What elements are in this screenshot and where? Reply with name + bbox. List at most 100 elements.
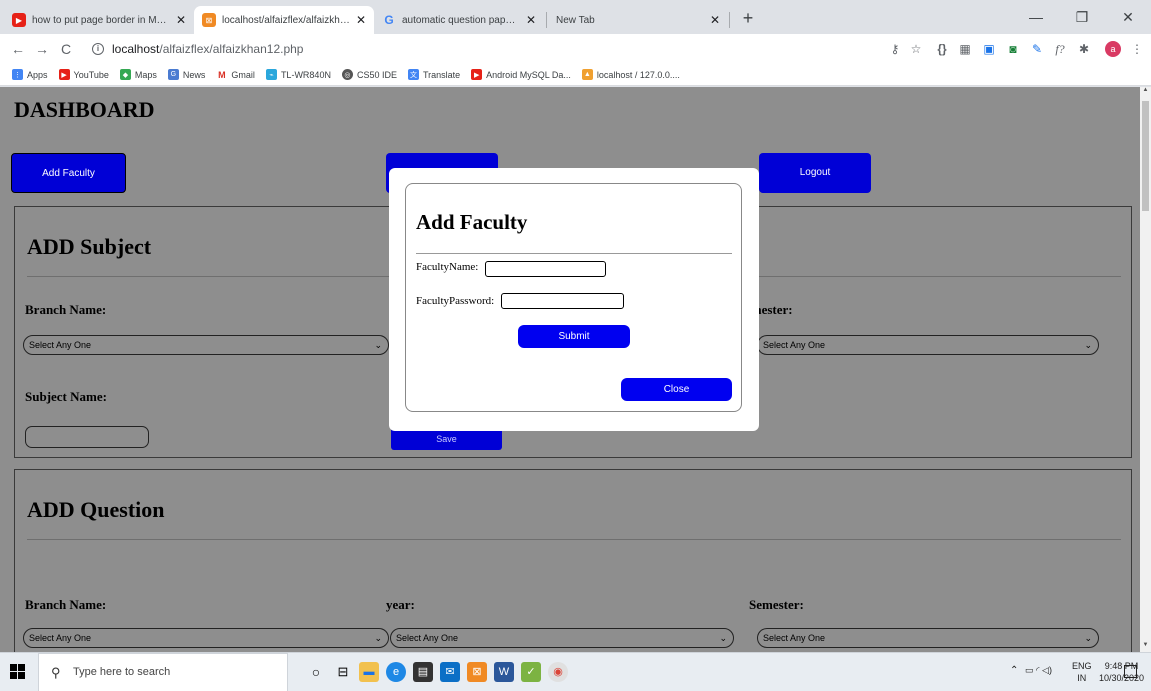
screen-extension-icon[interactable]: ▣	[981, 41, 997, 57]
json-extension-icon[interactable]: {}	[934, 41, 950, 57]
year-select[interactable]: Select Any One ⌄	[390, 628, 734, 648]
chevron-down-icon: ⌄	[1084, 633, 1092, 643]
tab-title: New Tab	[556, 14, 595, 26]
address-bar[interactable]: i localhost/alfaizflex/alfaizkhan12.php	[92, 39, 852, 59]
edge-browser-icon[interactable]: e	[386, 662, 406, 682]
tab-close-icon[interactable]: ✕	[356, 13, 366, 27]
cs50-icon: ◎	[341, 69, 353, 80]
notifications-icon[interactable]	[1124, 665, 1137, 678]
semester-select[interactable]: Select Any One ⌄	[757, 335, 1099, 355]
faculty-password-label: FacultyPassword:	[416, 295, 495, 307]
chevron-up-icon[interactable]: ⌃	[1010, 665, 1018, 676]
bookmark-gmail[interactable]: M Gmail	[216, 69, 255, 80]
bookmark-phpmyadmin[interactable]: ▲ localhost / 127.0.0....	[581, 69, 680, 80]
add-question-section: ADD Question Branch Name: year: Semester…	[14, 469, 1132, 652]
taskbar-clock[interactable]: 9:48 PM 10/30/2020	[1099, 660, 1144, 684]
browser-tab[interactable]: New Tab ✕	[548, 6, 728, 34]
bookmark-news[interactable]: G News	[167, 69, 205, 80]
forward-button[interactable]: →	[32, 39, 52, 59]
browser-tab-bar: ▶ how to put page border in Ms W ✕ ⊠ loc…	[0, 0, 1151, 34]
faculty-password-input[interactable]	[501, 293, 624, 309]
new-tab-button[interactable]: +	[737, 8, 759, 30]
subject-name-input[interactable]	[25, 426, 149, 448]
chevron-down-icon: ⌄	[719, 633, 727, 643]
tab-title: automatic question paper gener	[402, 14, 520, 26]
back-button[interactable]: ←	[8, 39, 28, 59]
green-extension-icon[interactable]: ◙	[1005, 41, 1021, 57]
key-icon[interactable]: ⚷	[887, 41, 903, 57]
page-scrollbar[interactable]: ▲ ▼	[1140, 87, 1151, 652]
branch-name-label: Branch Name:	[25, 302, 107, 317]
task-view-icon[interactable]: ⊟	[333, 662, 353, 682]
bookmark-maps[interactable]: ◆ Maps	[119, 69, 157, 80]
search-placeholder: Type here to search	[73, 666, 171, 678]
search-icon: ⚲	[51, 665, 61, 680]
logout-button[interactable]: Logout	[759, 153, 871, 193]
battery-icon[interactable]: ▭	[1025, 665, 1034, 675]
word-icon[interactable]: W	[494, 662, 514, 682]
add-faculty-button[interactable]: Add Faculty	[11, 153, 126, 193]
bookmark-youtube[interactable]: ▶ YouTube	[58, 69, 109, 80]
xampp-icon[interactable]: ⊠	[467, 662, 487, 682]
bookmark-apps[interactable]: ⋮ Apps	[12, 69, 48, 80]
mail-icon[interactable]: ✉	[440, 662, 460, 682]
chrome-icon[interactable]: ◉	[548, 662, 568, 682]
browser-tab-active[interactable]: ⊠ localhost/alfaizflex/alfaizkhan12. ✕	[194, 6, 374, 34]
formula-extension-icon[interactable]: f?	[1052, 41, 1068, 57]
year-label: year:	[386, 597, 415, 612]
menu-dots-icon[interactable]: ⋮	[1129, 41, 1145, 57]
language-indicator[interactable]: ENG IN	[1072, 660, 1092, 684]
url-path: /alfaizflex/alfaizkhan12.php	[159, 42, 304, 56]
page-title: DASHBOARD	[14, 97, 155, 122]
windows-start-icon[interactable]	[10, 664, 26, 680]
modal-divider	[416, 253, 732, 254]
branch-select[interactable]: Select Any One ⌄	[23, 335, 389, 355]
modal-title: Add Faculty	[416, 210, 528, 234]
bookmark-android-mysql[interactable]: ▶ Android MySQL Da...	[471, 69, 571, 80]
tab-close-icon[interactable]: ✕	[710, 13, 720, 27]
calendar-extension-icon[interactable]: ▦	[957, 41, 973, 57]
restore-button[interactable]: ❐	[1059, 0, 1105, 34]
bookmark-translate[interactable]: 文 Translate	[407, 69, 460, 80]
reload-button[interactable]: C	[56, 39, 76, 59]
file-explorer-icon[interactable]: ▬	[359, 662, 379, 682]
branch-name-label: Branch Name:	[25, 597, 107, 612]
browser-tab[interactable]: G automatic question paper gener ✕	[374, 6, 544, 34]
minimize-button[interactable]: —	[1013, 0, 1059, 34]
browser-toolbar: ← → C i localhost/alfaizflex/alfaizkhan1…	[0, 34, 1151, 64]
volume-icon[interactable]: ◁)	[1042, 665, 1052, 675]
bookmark-router[interactable]: ⌁ TL-WR840N	[265, 69, 331, 80]
info-icon[interactable]: i	[92, 43, 104, 55]
subject-name-label: Subject Name:	[25, 389, 107, 404]
scroll-down-arrow-icon[interactable]: ▼	[1140, 642, 1151, 652]
branch-select[interactable]: Select Any One ⌄	[23, 628, 389, 648]
save-button[interactable]: Save	[391, 428, 502, 450]
profile-avatar[interactable]: a	[1105, 41, 1121, 57]
tab-close-icon[interactable]: ✕	[176, 13, 186, 27]
taskbar-search-box[interactable]: ⚲ Type here to search	[38, 653, 288, 691]
semester-select[interactable]: Select Any One ⌄	[757, 628, 1099, 648]
youtube-favicon-icon: ▶	[12, 13, 26, 27]
scroll-up-arrow-icon[interactable]: ▲	[1140, 87, 1151, 97]
section-title: ADD Question	[27, 497, 165, 522]
submit-button[interactable]: Submit	[518, 325, 630, 348]
wifi-icon[interactable]: ◜	[1036, 665, 1040, 675]
maps-icon: ◆	[119, 69, 131, 80]
tab-close-icon[interactable]: ✕	[526, 13, 536, 27]
cortana-icon[interactable]: ○	[306, 662, 326, 682]
windows-taskbar: ⚲ Type here to search ○ ⊟ ▬ e ▤ ✉ ⊠ W ✓ …	[0, 652, 1151, 691]
store-icon[interactable]: ▤	[413, 662, 433, 682]
puzzle-extension-icon[interactable]: ✱	[1076, 41, 1092, 57]
bookmark-cs50[interactable]: ◎ CS50 IDE	[341, 69, 397, 80]
window-close-button[interactable]: ✕	[1105, 0, 1151, 34]
apps-grid-icon: ⋮	[12, 69, 23, 80]
semester-label: Semester:	[749, 597, 804, 612]
close-button[interactable]: Close	[621, 378, 732, 401]
faculty-name-input[interactable]	[485, 261, 606, 277]
youtube-icon: ▶	[471, 69, 483, 80]
pen-extension-icon[interactable]: ✎	[1029, 41, 1045, 57]
scrollbar-thumb[interactable]	[1142, 101, 1149, 211]
browser-tab[interactable]: ▶ how to put page border in Ms W ✕	[4, 6, 194, 34]
star-icon[interactable]: ☆	[908, 41, 924, 57]
photos-icon[interactable]: ✓	[521, 662, 541, 682]
